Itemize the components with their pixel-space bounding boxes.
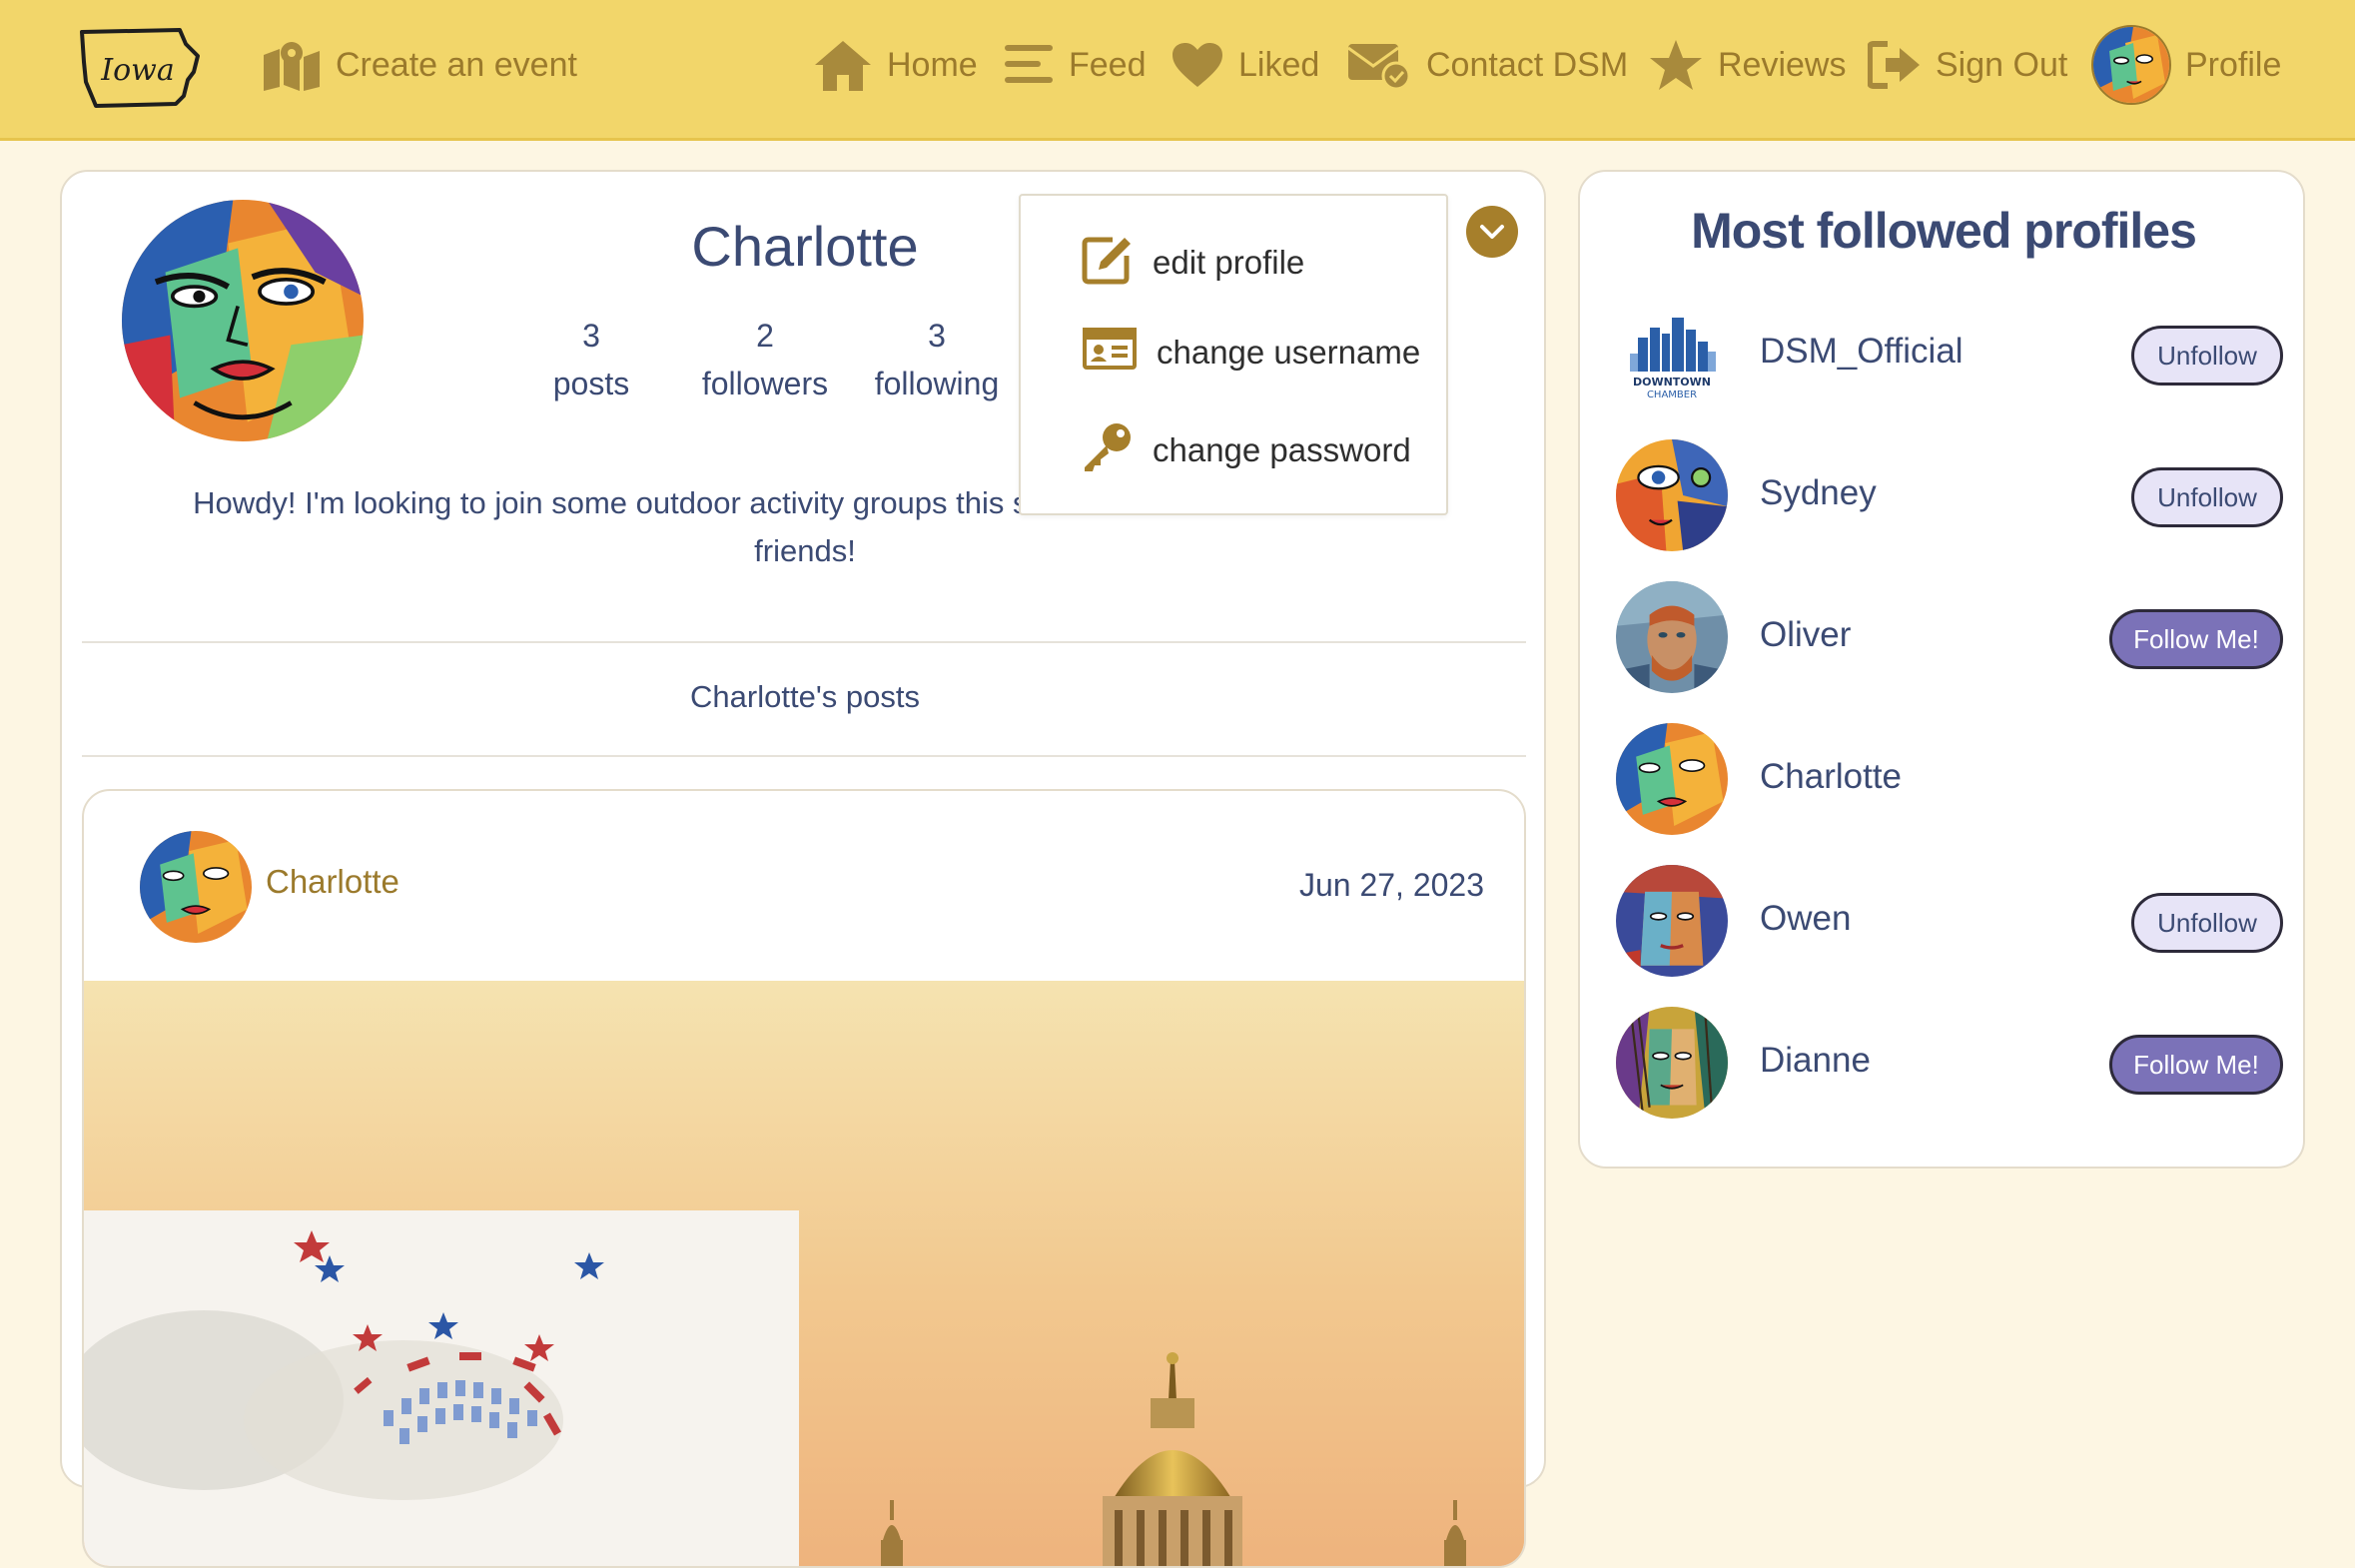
id-card-icon	[1081, 326, 1139, 380]
nav-profile[interactable]: Profile	[2091, 25, 2281, 105]
dianne-avatar[interactable]	[1616, 1007, 1728, 1119]
post-date: Jun 27, 2023	[1298, 867, 1484, 903]
dsm-logo-line2: CHAMBER	[1647, 390, 1697, 400]
menu-edit-profile[interactable]: edit profile	[1081, 232, 1304, 294]
nav-feed-label: Feed	[1069, 45, 1147, 84]
map-marker-icon	[262, 39, 322, 91]
nav-create-event[interactable]: Create an event	[262, 30, 577, 100]
top-navbar: Iowa Create an event Home Feed Liked Con…	[0, 0, 2355, 141]
profile-name[interactable]: DSM_Official	[1760, 332, 1963, 372]
post-image[interactable]	[84, 981, 1524, 1566]
edit-icon	[1081, 232, 1135, 294]
profile-card: Charlotte 3 posts 2 followers 3 followin…	[60, 170, 1546, 1568]
post-author-name[interactable]: Charlotte	[266, 863, 399, 901]
iowa-logo[interactable]: Iowa	[76, 22, 206, 112]
nav-liked[interactable]: Liked	[1171, 30, 1319, 100]
oliver-avatar[interactable]	[1616, 581, 1728, 693]
envelope-check-icon	[1346, 40, 1412, 90]
post-card[interactable]: Charlotte Jun 27, 2023	[82, 789, 1526, 1568]
stat-following[interactable]: 3 following	[837, 312, 1037, 407]
follow-button[interactable]: Follow Me!	[2109, 1035, 2283, 1095]
profile-row-owen[interactable]: Owen Unfollow	[1580, 865, 2307, 977]
menu-change-password-label: change password	[1153, 431, 1411, 468]
nav-liked-label: Liked	[1238, 45, 1320, 84]
unfollow-button[interactable]: Unfollow	[2131, 467, 2283, 527]
nav-reviews-label: Reviews	[1718, 45, 1847, 84]
charlotte-avatar[interactable]	[1616, 723, 1728, 835]
heart-icon	[1171, 41, 1224, 89]
menu-change-username[interactable]: change username	[1081, 326, 1420, 380]
profile-options-dropdown: edit profile change username change pass…	[1019, 194, 1448, 515]
dsm-logo-line1: DOWNTOWN	[1633, 376, 1711, 389]
nav-contact-label: Contact DSM	[1426, 45, 1629, 84]
chevron-down-icon	[1480, 225, 1504, 239]
sign-out-icon	[1868, 40, 1922, 90]
logo-text: Iowa	[100, 53, 174, 88]
follow-button[interactable]: Follow Me!	[2109, 609, 2283, 669]
nav-home[interactable]: Home	[813, 30, 978, 100]
list-icon	[1003, 43, 1055, 87]
profile-menu-toggle[interactable]	[1466, 206, 1518, 258]
posts-heading: Charlotte's posts	[690, 679, 920, 714]
profile-row-dianne[interactable]: Dianne Follow Me!	[1580, 1007, 2307, 1119]
nav-feed[interactable]: Feed	[1003, 30, 1147, 100]
nav-create-event-label: Create an event	[336, 45, 577, 84]
profile-name[interactable]: Sydney	[1760, 473, 1877, 513]
stat-following-count: 3	[928, 318, 946, 354]
divider	[82, 641, 1526, 643]
profile-name[interactable]: Owen	[1760, 899, 1851, 939]
stat-following-clip: 3 following	[561, 302, 1079, 421]
sydney-avatar[interactable]	[1616, 439, 1728, 551]
key-icon	[1081, 419, 1135, 481]
stat-following-label: following	[874, 366, 1000, 401]
unfollow-button[interactable]: Unfollow	[2131, 326, 2283, 386]
menu-edit-profile-label: edit profile	[1153, 244, 1305, 281]
profile-row-dsm-official[interactable]: DOWNTOWN CHAMBER DSM_Official Unfollow	[1580, 298, 2307, 409]
downtown-chamber-logo[interactable]: DOWNTOWN CHAMBER	[1616, 298, 1728, 409]
owen-avatar[interactable]	[1616, 865, 1728, 977]
menu-change-username-label: change username	[1157, 334, 1421, 371]
profile-row-sydney[interactable]: Sydney Unfollow	[1580, 439, 2307, 551]
profile-row-oliver[interactable]: Oliver Follow Me!	[1580, 581, 2307, 693]
profile-row-charlotte[interactable]: Charlotte	[1580, 723, 2307, 835]
most-followed-sidebar: Most followed profiles DOWNTOWN CHAMBER …	[1578, 170, 2305, 1169]
star-icon	[1648, 38, 1704, 92]
profile-name[interactable]: Charlotte	[1760, 757, 1902, 797]
profile-avatar	[2091, 25, 2171, 105]
nav-contact[interactable]: Contact DSM	[1346, 30, 1628, 100]
nav-reviews[interactable]: Reviews	[1648, 30, 1846, 100]
nav-sign-out[interactable]: Sign Out	[1868, 30, 2067, 100]
home-icon	[813, 39, 873, 91]
divider	[82, 755, 1526, 757]
post-author-avatar[interactable]	[140, 831, 252, 943]
nav-profile-label: Profile	[2185, 45, 2282, 84]
menu-change-password[interactable]: change password	[1081, 419, 1411, 481]
profile-name[interactable]: Dianne	[1760, 1041, 1871, 1081]
profile-name[interactable]: Oliver	[1760, 615, 1851, 655]
sidebar-title: Most followed profiles	[1691, 203, 2197, 259]
nav-sign-out-label: Sign Out	[1936, 45, 2068, 84]
nav-home-label: Home	[887, 45, 978, 84]
unfollow-button[interactable]: Unfollow	[2131, 893, 2283, 953]
